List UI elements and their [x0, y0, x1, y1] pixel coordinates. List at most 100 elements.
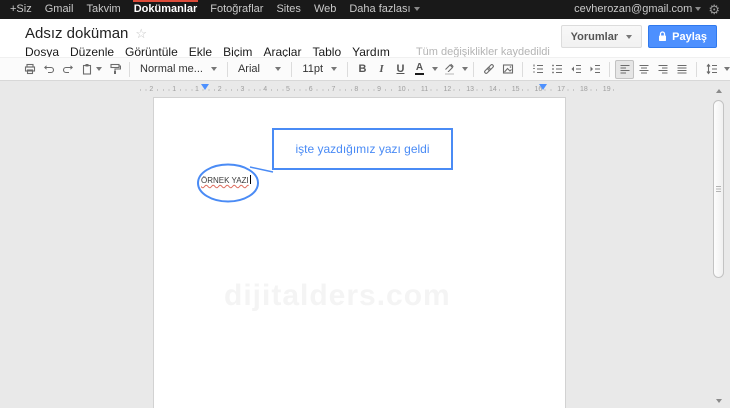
line-spacing-chevron[interactable]: [724, 67, 730, 71]
align-right-button[interactable]: [653, 60, 672, 79]
paste-button[interactable]: [77, 60, 96, 79]
italic-label: I: [379, 63, 383, 75]
undo-icon: [43, 63, 55, 75]
comments-button[interactable]: Yorumlar: [561, 25, 642, 48]
ruler-number: 14: [481, 84, 504, 95]
gbar-item-sites[interactable]: Sites: [276, 0, 300, 19]
toolbar-separator: [227, 62, 228, 77]
scroll-up-icon: [716, 89, 722, 93]
text-color-chevron[interactable]: [432, 67, 438, 71]
ruler-number: 12: [436, 84, 459, 95]
doc-title[interactable]: Adsız doküman: [25, 25, 128, 42]
ruler-number: 13: [459, 84, 482, 95]
highlight-color-icon: [444, 63, 455, 75]
gbar-more-label: Daha fazlası: [349, 3, 410, 15]
text-color-icon: A: [415, 63, 424, 75]
gbar-item-more[interactable]: Daha fazlası: [349, 0, 419, 19]
paragraph-style-dropdown[interactable]: Normal me...: [135, 60, 222, 79]
doc-header: Adsız doküman ☆ Yorumlar Paylaş Dosya Dü…: [0, 19, 730, 57]
font-family-dropdown[interactable]: Arial: [233, 60, 286, 79]
toolbar-separator: [129, 62, 130, 77]
gbar-item-gmail[interactable]: Gmail: [45, 0, 74, 19]
gbar-item-photos[interactable]: Fotoğraflar: [210, 0, 263, 19]
insert-link-button[interactable]: [479, 60, 498, 79]
ruler-number: 8: [345, 84, 368, 95]
star-icon[interactable]: ☆: [135, 26, 147, 42]
line-spacing-icon: [706, 63, 718, 75]
link-icon: [483, 63, 495, 75]
account-email: cevherozan@gmail.com: [574, 3, 692, 15]
scroll-down-icon: [716, 399, 722, 403]
gbar-item-web[interactable]: Web: [314, 0, 336, 19]
scrollbar-thumb[interactable]: [713, 100, 724, 278]
justify-button[interactable]: [672, 60, 691, 79]
chevron-down-icon: [275, 67, 281, 71]
chevron-down-icon: [695, 7, 701, 11]
scrollbar-up-button[interactable]: [713, 85, 724, 96]
bold-button[interactable]: B: [353, 60, 372, 79]
redo-button[interactable]: [58, 60, 77, 79]
scrollbar-down-button[interactable]: [713, 395, 724, 406]
underline-label: U: [397, 63, 405, 75]
toolbar-separator: [291, 62, 292, 77]
align-right-icon: [657, 63, 669, 75]
print-button[interactable]: [20, 60, 39, 79]
watermark: dijitalders.com: [224, 279, 451, 313]
justify-icon: [676, 63, 688, 75]
ruler-number: 6: [299, 84, 322, 95]
lock-icon: [658, 31, 667, 42]
paste-options-chevron[interactable]: [96, 67, 102, 71]
font-family-value: Arial: [238, 63, 260, 75]
comments-button-label: Yorumlar: [571, 31, 618, 43]
gbar-item-calendar[interactable]: Takvim: [86, 0, 120, 19]
redo-icon: [62, 63, 74, 75]
insert-image-button[interactable]: [498, 60, 517, 79]
print-icon: [24, 63, 36, 75]
gear-icon[interactable]: ⚙: [708, 0, 720, 19]
highlight-color-chevron[interactable]: [462, 67, 468, 71]
ruler-number: 7: [322, 84, 345, 95]
toolbar-separator: [473, 62, 474, 77]
font-size-dropdown[interactable]: 11pt: [297, 60, 342, 79]
toolbar: Normal me... Arial 11pt B I U A: [0, 57, 730, 81]
bulleted-list-button[interactable]: [547, 60, 566, 79]
ruler-indent-marker-right[interactable]: [539, 84, 547, 90]
toolbar-separator: [347, 62, 348, 77]
callout-shape[interactable]: işte yazdığımız yazı geldi: [272, 128, 453, 170]
gbar-item-documents[interactable]: Dokümanlar: [134, 0, 198, 19]
line-spacing-button[interactable]: [702, 60, 721, 79]
align-center-button[interactable]: [634, 60, 653, 79]
numbered-list-button[interactable]: [528, 60, 547, 79]
ruler-number: 19: [595, 84, 618, 95]
ruler-number: 17: [550, 84, 573, 95]
ruler-indent-marker-left[interactable]: [201, 84, 209, 90]
numbered-list-icon: [532, 63, 544, 75]
decrease-indent-button[interactable]: [566, 60, 585, 79]
share-button[interactable]: Paylaş: [648, 25, 717, 48]
gbar-item-plus-you[interactable]: +Siz: [10, 0, 32, 19]
align-left-button[interactable]: [615, 60, 634, 79]
italic-button[interactable]: I: [372, 60, 391, 79]
align-left-icon: [619, 63, 631, 75]
paint-format-button[interactable]: [105, 60, 124, 79]
ruler-number: 5: [277, 84, 300, 95]
chevron-down-icon: [211, 67, 217, 71]
account-email-menu[interactable]: cevherozan@gmail.com: [574, 0, 701, 19]
ruler-number: 9: [368, 84, 391, 95]
increase-indent-button[interactable]: [585, 60, 604, 79]
underline-button[interactable]: U: [391, 60, 410, 79]
doc-title-row: Adsız doküman ☆: [25, 25, 147, 42]
toolbar-separator: [522, 62, 523, 77]
ruler-number: 3: [231, 84, 254, 95]
ruler-number: 1: [163, 84, 186, 95]
undo-button[interactable]: [39, 60, 58, 79]
align-center-icon: [638, 63, 650, 75]
highlight-color-button[interactable]: [440, 60, 459, 79]
text-color-button[interactable]: A: [410, 60, 429, 79]
ellipse-text[interactable]: ÖRNEK YAZI: [201, 175, 251, 185]
document-page[interactable]: işte yazdığımız yazı geldi ÖRNEK YAZI di…: [153, 97, 566, 408]
ruler-number: 2: [208, 84, 231, 95]
google-bar: +Siz Gmail Takvim Dokümanlar Fotoğraflar…: [0, 0, 730, 19]
text-cursor: [250, 175, 251, 184]
chevron-down-icon: [626, 35, 632, 39]
